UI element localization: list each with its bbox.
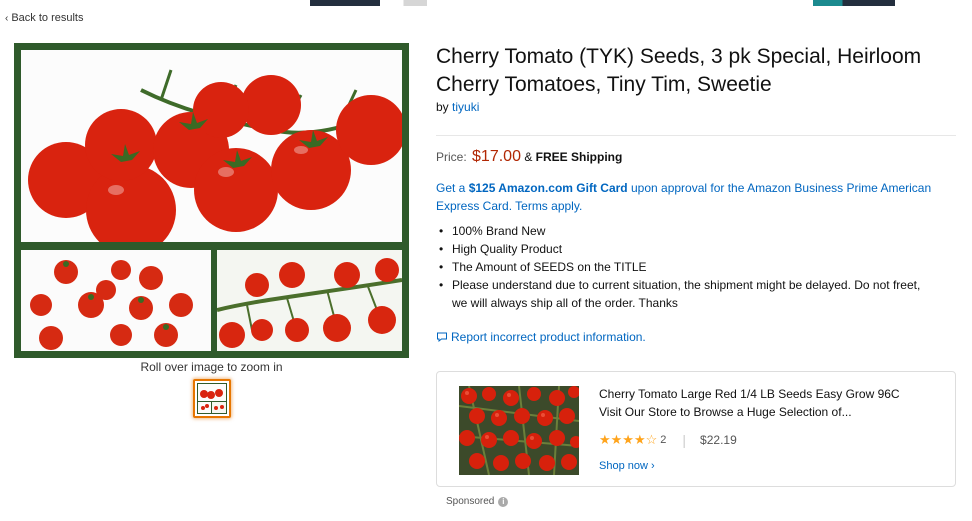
review-count[interactable]: 2 — [660, 434, 666, 446]
feature-bullets: 100% Brand New High Quality Product The … — [436, 222, 936, 312]
free-shipping: FREE Shipping — [535, 150, 623, 164]
price-label: Price: — [436, 150, 467, 164]
image-thumbnail[interactable] — [193, 379, 231, 418]
price-row: Price: $17.00 & FREE Shipping — [436, 148, 622, 166]
back-label: Back to results — [11, 12, 84, 24]
image-panel-scattered — [21, 250, 211, 351]
product-title: Cherry Tomato (TYK) Seeds, 3 pk Special,… — [436, 45, 922, 96]
sponsored-title-line2: Visit Our Store to Browse a Huge Selecti… — [599, 405, 852, 419]
feature-bullet: 100% Brand New — [436, 222, 936, 240]
image-panel-branch — [217, 250, 402, 351]
gift-card-promo-link[interactable]: Get a $125 Amazon.com Gift Card upon app… — [436, 179, 936, 215]
feature-bullet: Please understand due to current situati… — [436, 276, 936, 312]
main-product-image[interactable] — [14, 43, 409, 358]
feature-bullet: The Amount of SEEDS on the TITLE — [436, 258, 936, 276]
feature-bullet: High Quality Product — [436, 240, 936, 258]
divider — [436, 135, 956, 136]
star-rating[interactable]: ★★★★☆ — [599, 432, 657, 448]
sponsored-text: Sponsored — [446, 496, 495, 507]
separator: | — [682, 432, 687, 448]
report-label: Report incorrect product information. — [451, 330, 646, 344]
zoom-hint: Roll over image to zoom in — [140, 360, 283, 374]
byline: by tiyuki — [436, 100, 479, 114]
price-ampersand: & — [524, 150, 533, 164]
seller-link[interactable]: tiyuki — [452, 100, 479, 114]
report-incorrect-info-link[interactable]: Report incorrect product information. — [436, 330, 646, 344]
back-to-results-link[interactable]: ‹ Back to results — [5, 12, 83, 24]
by-prefix: by — [436, 100, 449, 114]
image-panel-vine — [21, 50, 402, 242]
info-icon[interactable]: i — [498, 496, 509, 507]
sponsored-price: $22.19 — [700, 433, 737, 447]
chevron-left-icon: ‹ — [5, 13, 9, 24]
top-banner — [310, 0, 895, 6]
sponsored-title-line1: Cherry Tomato Large Red 1/4 LB Seeds Eas… — [599, 387, 900, 401]
sponsored-product-title-link[interactable]: Cherry Tomato Large Red 1/4 LB Seeds Eas… — [599, 385, 939, 421]
sponsored-label: Sponsored i — [446, 496, 509, 507]
price-value: $17.00 — [472, 148, 521, 165]
sponsored-product-card[interactable]: Cherry Tomato Large Red 1/4 LB Seeds Eas… — [436, 371, 956, 487]
promo-prefix: Get a — [436, 181, 466, 195]
promo-highlight: $125 Amazon.com Gift Card — [468, 181, 628, 195]
sponsored-rating-row: ★★★★☆ 2 | $22.19 — [599, 432, 737, 448]
shop-now-link[interactable]: Shop now › — [599, 460, 655, 472]
comment-icon — [436, 331, 448, 343]
sponsored-product-image[interactable] — [459, 386, 579, 475]
